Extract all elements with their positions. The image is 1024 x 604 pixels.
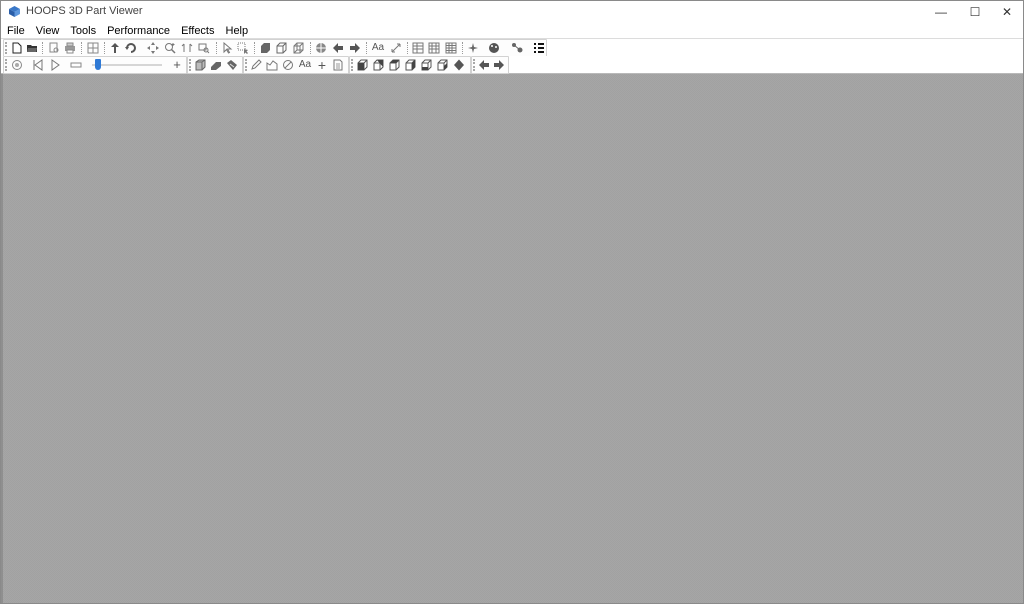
print-icon[interactable] <box>63 41 77 55</box>
page-icon[interactable] <box>331 58 345 72</box>
toolbar-row-2: + Aa + <box>1 56 1023 74</box>
animation-toolbar: + <box>3 56 187 74</box>
toolbar-separator <box>81 42 83 54</box>
rotate-icon[interactable] <box>124 41 138 55</box>
app-logo-icon <box>9 6 20 17</box>
magnet-icon[interactable] <box>225 58 239 72</box>
animation-slider[interactable] <box>92 58 162 72</box>
camera-sphere-icon[interactable] <box>314 41 328 55</box>
crosshair-icon[interactable]: + <box>315 58 329 72</box>
annotate-text-icon[interactable]: Aa <box>297 58 313 72</box>
app-window: HOOPS 3D Part Viewer — ☐ ✕ File View Too… <box>0 0 1024 604</box>
table-large-icon[interactable] <box>444 41 458 55</box>
zoom-icon[interactable] <box>163 41 177 55</box>
menu-help[interactable]: Help <box>220 24 254 38</box>
pencil-icon[interactable] <box>249 58 263 72</box>
grid-layout-icon[interactable] <box>86 41 100 55</box>
main-toolbar: Aa <box>3 39 547 57</box>
toolbar-separator <box>407 42 409 54</box>
toolbar-separator <box>254 42 256 54</box>
markup-toolbar <box>187 56 243 74</box>
minimize-button[interactable]: — <box>925 1 957 23</box>
toolbar-separator <box>462 42 464 54</box>
toolbar-separator <box>42 42 44 54</box>
3d-viewport[interactable] <box>3 74 1023 603</box>
view-back-icon[interactable] <box>371 58 385 72</box>
cube-corner-icon[interactable] <box>193 58 207 72</box>
toolbar-grip[interactable] <box>5 59 9 71</box>
polygon-icon[interactable] <box>265 58 279 72</box>
slider-thumb[interactable] <box>95 59 101 70</box>
maximize-button[interactable]: ☐ <box>959 1 991 23</box>
wireframe-icon[interactable] <box>291 41 305 55</box>
minimize-icon: — <box>935 5 947 19</box>
step-forward-icon[interactable] <box>492 58 506 72</box>
annotation-toolbar: Aa + <box>243 56 349 74</box>
pan-icon[interactable] <box>146 41 160 55</box>
measure-icon[interactable] <box>389 41 403 55</box>
menu-bar: File View Tools Performance Effects Help <box>1 23 1023 39</box>
toolbar-separator <box>104 42 106 54</box>
zoom-to-window-icon[interactable] <box>180 41 194 55</box>
sparkle-icon[interactable] <box>466 41 480 55</box>
view-left-icon[interactable] <box>387 58 401 72</box>
back-arrow-icon[interactable] <box>331 41 345 55</box>
zoom-extents-icon[interactable] <box>197 41 211 55</box>
step-back-icon[interactable] <box>477 58 491 72</box>
step-toolbar <box>471 56 509 74</box>
play-icon[interactable] <box>48 58 62 72</box>
view-right-icon[interactable] <box>403 58 417 72</box>
view-bottom-icon[interactable] <box>435 58 449 72</box>
toolbar-separator <box>216 42 218 54</box>
circle-icon[interactable] <box>281 58 295 72</box>
orbit-icon[interactable] <box>108 41 122 55</box>
select-arrow-icon[interactable] <box>220 41 234 55</box>
close-button[interactable]: ✕ <box>991 1 1023 23</box>
forward-arrow-icon[interactable] <box>348 41 362 55</box>
view-iso-icon[interactable] <box>452 58 466 72</box>
eraser-icon[interactable] <box>209 58 223 72</box>
table-icon[interactable] <box>411 41 425 55</box>
nodes-icon[interactable] <box>510 41 524 55</box>
skip-back-icon[interactable] <box>31 58 45 72</box>
menu-effects[interactable]: Effects <box>175 24 219 38</box>
plus-icon[interactable]: + <box>170 58 184 72</box>
window-title: HOOPS 3D Part Viewer <box>26 5 143 17</box>
toolbar-separator <box>310 42 312 54</box>
maximize-icon: ☐ <box>969 5 981 19</box>
standard-views-toolbar <box>349 56 471 74</box>
solid-shaded-icon[interactable] <box>258 41 272 55</box>
text-icon[interactable]: Aa <box>370 41 386 55</box>
view-top-icon[interactable] <box>419 58 433 72</box>
toolbar-grip[interactable] <box>5 42 9 54</box>
view-front-icon[interactable] <box>355 58 369 72</box>
menu-performance[interactable]: Performance <box>101 24 175 38</box>
menu-file[interactable]: File <box>1 24 30 38</box>
select-box-icon[interactable] <box>236 41 250 55</box>
record-icon[interactable] <box>10 58 24 72</box>
palette-icon[interactable] <box>487 41 501 55</box>
open-folder-icon[interactable] <box>25 41 39 55</box>
title-bar[interactable]: HOOPS 3D Part Viewer — ☐ ✕ <box>1 1 1023 23</box>
print-preview-icon[interactable] <box>47 41 61 55</box>
toolbar-row-1: Aa <box>1 39 1023 57</box>
menu-view[interactable]: View <box>30 24 65 38</box>
close-icon: ✕ <box>1001 5 1013 19</box>
list-icon[interactable] <box>532 41 546 55</box>
hidden-line-icon[interactable] <box>274 41 288 55</box>
menu-tools[interactable]: Tools <box>64 24 101 38</box>
table-grid-icon[interactable] <box>427 41 441 55</box>
toolbar-separator <box>366 42 368 54</box>
stop-icon[interactable] <box>69 58 83 72</box>
slider-track <box>92 64 162 66</box>
new-file-icon[interactable] <box>10 41 24 55</box>
